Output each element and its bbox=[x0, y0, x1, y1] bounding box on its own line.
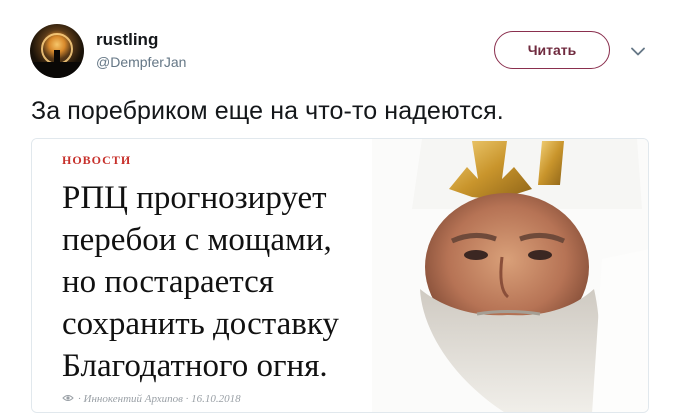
follow-button[interactable]: Читать bbox=[494, 31, 610, 69]
eye-icon bbox=[62, 393, 74, 405]
card-headline: РПЦ прогнозирует перебои с мощами, но по… bbox=[62, 177, 442, 387]
headline-line: Благодатного огня. bbox=[62, 348, 328, 384]
headline-line: перебои с мощами, bbox=[62, 222, 332, 258]
headline-line: но постарается bbox=[62, 264, 274, 300]
card-kicker: НОВОСТИ bbox=[62, 153, 132, 167]
display-name[interactable]: rustling bbox=[96, 30, 158, 50]
user-handle[interactable]: @DempferJan bbox=[96, 54, 186, 70]
avatar[interactable] bbox=[30, 24, 84, 78]
chevron-down-icon[interactable] bbox=[627, 40, 649, 62]
ground bbox=[30, 62, 84, 78]
card-byline: · Иннокентий Архипов · 16.10.2018 bbox=[62, 393, 241, 405]
tweet-text: За поребриком еще на что-то надеются. bbox=[31, 97, 504, 125]
byline-text: · Иннокентий Архипов · 16.10.2018 bbox=[78, 393, 241, 405]
headline-line: РПЦ прогнозирует bbox=[62, 180, 327, 216]
link-card[interactable]: НОВОСТИ РПЦ прогнозирует перебои с мощам… bbox=[31, 138, 649, 413]
headline-line: сохранить доставку bbox=[62, 306, 339, 342]
